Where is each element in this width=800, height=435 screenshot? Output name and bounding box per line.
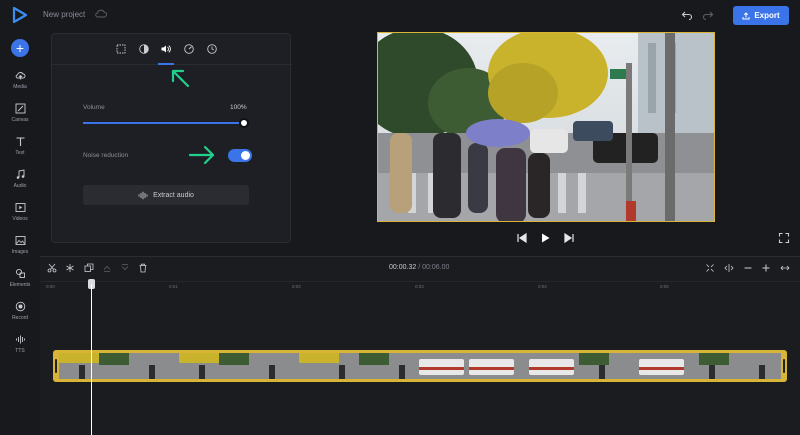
sidebar-item-label: Elements: [9, 282, 31, 288]
noise-reduction-label: Noise reduction: [83, 152, 129, 159]
skip-forward-icon[interactable]: [563, 232, 575, 244]
image-icon: [15, 236, 25, 245]
move-up-icon[interactable]: [102, 263, 112, 273]
trash-icon[interactable]: [138, 263, 148, 273]
undo-icon[interactable]: [681, 10, 693, 20]
sidebar-item-audio[interactable]: Audio: [0, 169, 40, 199]
crop-icon[interactable]: [115, 43, 127, 55]
ruler-tick: 0:02: [292, 284, 301, 289]
fullscreen-icon[interactable]: [778, 232, 790, 244]
noise-reduction-toggle[interactable]: [228, 149, 252, 162]
toggle-knob: [241, 151, 250, 160]
split-view-icon[interactable]: [724, 263, 734, 273]
extract-audio-button[interactable]: Extract audio: [83, 185, 249, 205]
sidebar-item-text[interactable]: Text: [0, 136, 40, 166]
project-title[interactable]: New project: [43, 10, 85, 19]
annotation-arrow-icon: [188, 145, 215, 165]
ruler-tick: 0:04: [538, 284, 547, 289]
sidebar-item-elements[interactable]: Elements: [0, 268, 40, 298]
ruler-tick: 0:03: [415, 284, 424, 289]
fit-timeline-icon[interactable]: [705, 263, 715, 273]
sidebar-item-record[interactable]: Record: [0, 301, 40, 331]
video-editor-app: New project Export + Media Canvas Text A…: [0, 0, 800, 435]
redo-icon[interactable]: [702, 10, 714, 20]
volume-slider-track[interactable]: [83, 122, 245, 124]
shapes-icon: [15, 268, 25, 278]
sidebar-item-label: Audio: [13, 183, 27, 189]
sidebar-item-media[interactable]: Media: [0, 70, 40, 100]
sidebar-item-images[interactable]: Images: [0, 235, 40, 265]
waveform-icon: [138, 191, 148, 199]
freeze-icon[interactable]: [65, 263, 75, 273]
playhead-line[interactable]: [91, 284, 92, 435]
clip-trim-handle-right[interactable]: [783, 359, 785, 373]
ruler-tick: 0:05: [660, 284, 669, 289]
timecode: 00:00.32 / 00:06.00: [389, 264, 449, 271]
scissors-icon[interactable]: [47, 263, 57, 273]
time-separator: /: [418, 264, 421, 271]
app-logo-icon[interactable]: [11, 6, 29, 24]
volume-label: Volume: [83, 104, 105, 111]
clip-thumbnails: [59, 353, 781, 379]
active-tab-indicator: [158, 63, 174, 65]
move-down-icon[interactable]: [120, 263, 130, 273]
speed-icon[interactable]: [183, 43, 195, 55]
video-clip[interactable]: [53, 350, 787, 382]
sidebar-item-canvas[interactable]: Canvas: [0, 103, 40, 133]
video-frame-image: [378, 33, 714, 221]
expand-timeline-icon[interactable]: [780, 263, 790, 273]
current-time: 00:00.32: [389, 264, 417, 271]
clock-icon[interactable]: [206, 43, 218, 55]
time-ruler[interactable]: 0:00 0:01 0:02 0:03 0:04 0:05: [40, 281, 800, 293]
volume-value: 100%: [230, 104, 247, 111]
clip-filmstrip-image: [59, 353, 781, 379]
music-note-icon: [16, 169, 24, 179]
cloud-upload-icon: [15, 72, 25, 80]
sidebar-item-label: Record: [11, 315, 29, 321]
export-label: Export: [754, 11, 780, 20]
panel-tabs: [52, 34, 292, 65]
annotation-arrow-icon: [171, 69, 190, 88]
clip-trim-handle-left[interactable]: [55, 359, 57, 373]
play-icon[interactable]: [539, 232, 551, 244]
zoom-in-icon[interactable]: [761, 263, 771, 273]
export-button[interactable]: Export: [733, 6, 789, 25]
sidebar-item-label: Canvas: [11, 117, 29, 123]
volume-icon[interactable]: [160, 43, 172, 55]
top-bar: New project Export: [0, 0, 800, 32]
text-icon: [16, 137, 24, 146]
extract-audio-label: Extract audio: [153, 191, 194, 199]
sidebar-item-tts[interactable]: TTS: [0, 334, 40, 364]
timeline: 00:00.32 / 00:06.00 0:00 0:01 0:02 0:03 …: [40, 256, 800, 435]
sidebar-item-videos[interactable]: Videos: [0, 202, 40, 232]
sidebar-item-label: Media: [13, 84, 27, 90]
left-sidebar: + Media Canvas Text Audio Videos Images …: [0, 32, 40, 435]
volume-slider-knob[interactable]: [239, 118, 249, 128]
add-media-button[interactable]: +: [11, 39, 29, 57]
cloud-sync-icon: [95, 9, 107, 18]
sidebar-item-label: Images: [11, 249, 29, 255]
record-icon: [15, 301, 25, 312]
duplicate-icon[interactable]: [84, 263, 94, 273]
video-icon: [15, 203, 25, 212]
sidebar-item-label: Text: [15, 150, 25, 156]
video-preview[interactable]: [377, 32, 715, 222]
sidebar-item-label: TTS: [15, 348, 25, 354]
skip-back-icon[interactable]: [516, 232, 528, 244]
waveform-icon: [15, 335, 25, 344]
ruler-tick: 0:00: [46, 284, 55, 289]
ruler-tick: 0:01: [169, 284, 178, 289]
adjust-icon[interactable]: [138, 43, 150, 55]
canvas-icon: [15, 103, 25, 114]
export-icon: [742, 11, 750, 19]
zoom-out-icon[interactable]: [743, 263, 753, 273]
audio-properties-panel: Volume 100% Noise reduction Extract audi…: [51, 33, 292, 243]
total-time: 00:06.00: [422, 264, 450, 271]
sidebar-item-label: Videos: [12, 216, 28, 222]
